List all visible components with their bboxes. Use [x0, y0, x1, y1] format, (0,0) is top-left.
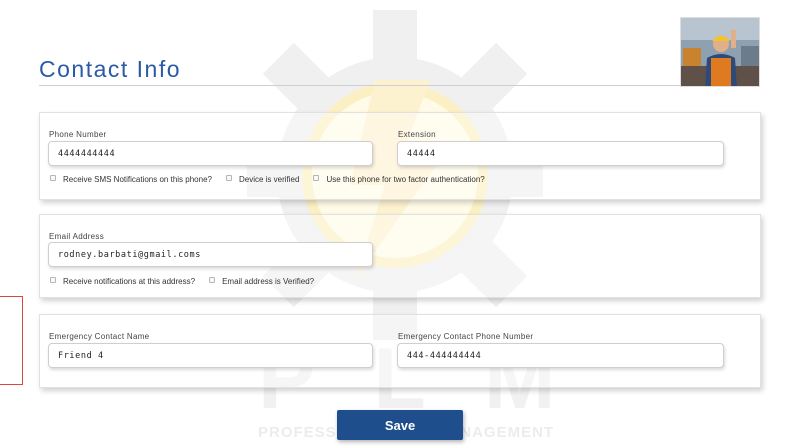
save-button[interactable]: Save	[337, 410, 463, 440]
email-card: Email Address Receive notifications at t…	[39, 214, 761, 298]
two-factor-checkbox[interactable]	[313, 174, 320, 181]
page-title: Contact Info	[39, 56, 182, 82]
email-verified-option[interactable]: Email address is Verified?	[209, 276, 315, 286]
email-address-input[interactable]	[48, 242, 373, 267]
email-notifications-checkbox[interactable]	[50, 276, 56, 283]
device-verified-label: Device is verified	[238, 175, 300, 184]
email-address-label: Email Address	[49, 232, 105, 241]
two-factor-option[interactable]: Use this phone for two factor authentica…	[313, 174, 485, 184]
phone-number-input[interactable]	[48, 141, 373, 166]
profile-photo[interactable]	[680, 17, 760, 87]
device-verified-option[interactable]: Device is verified	[225, 174, 300, 184]
email-verified-checkbox[interactable]	[209, 276, 216, 283]
device-verified-checkbox[interactable]	[225, 174, 232, 181]
email-options: Receive notifications at this address? E…	[50, 276, 328, 286]
email-verified-label: Email address is Verified?	[222, 277, 315, 286]
extension-label: Extension	[398, 130, 436, 139]
emergency-name-input[interactable]	[48, 343, 373, 368]
emergency-phone-label: Emergency Contact Phone Number	[398, 332, 534, 341]
sms-notifications-label: Receive SMS Notifications on this phone?	[63, 175, 212, 184]
sms-notifications-option[interactable]: Receive SMS Notifications on this phone?	[50, 174, 212, 184]
phone-number-label: Phone Number	[49, 130, 107, 139]
email-notifications-option[interactable]: Receive notifications at this address?	[50, 276, 196, 286]
extension-input[interactable]	[397, 141, 724, 166]
side-tab	[0, 296, 23, 385]
emergency-name-label: Emergency Contact Name	[49, 332, 150, 341]
email-notifications-label: Receive notifications at this address?	[63, 277, 196, 286]
title-divider	[39, 85, 760, 86]
emergency-phone-input[interactable]	[397, 343, 724, 368]
phone-options: Receive SMS Notifications on this phone?…	[50, 174, 499, 184]
sms-notifications-checkbox[interactable]	[50, 174, 56, 181]
phone-card: Phone Number Extension Receive SMS Notif…	[39, 112, 761, 200]
worker-avatar-icon	[681, 18, 759, 86]
two-factor-label: Use this phone for two factor authentica…	[326, 175, 485, 184]
emergency-contact-card: Emergency Contact Name Emergency Contact…	[39, 314, 761, 388]
